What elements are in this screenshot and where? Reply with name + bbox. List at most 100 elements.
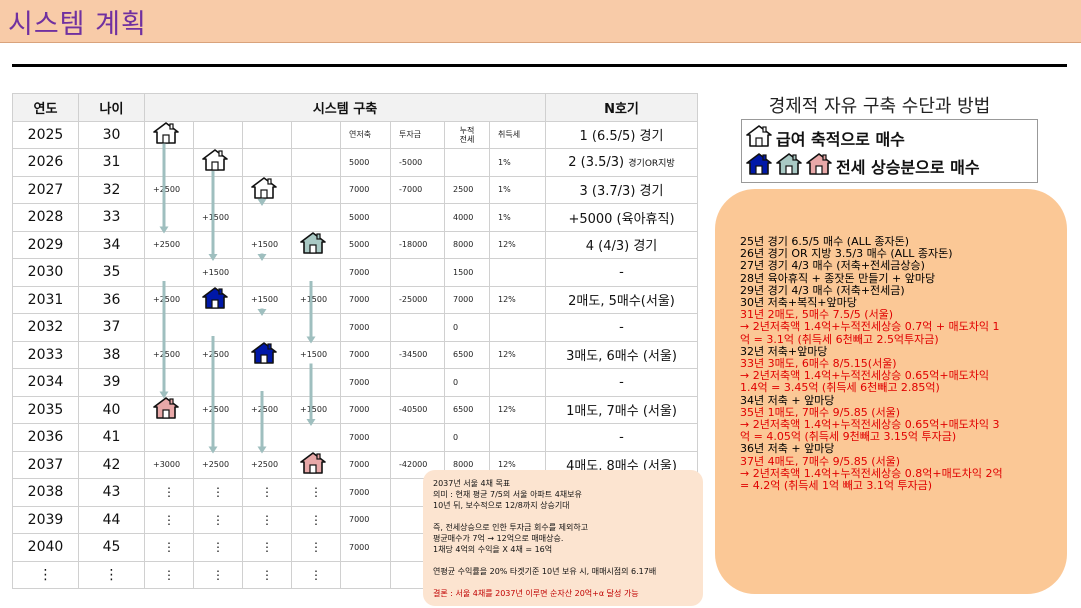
age-cell: ⋮: [78, 560, 145, 589]
house-white-icon: [746, 125, 776, 151]
n-cell: 3매도, 6매수 (서울): [545, 340, 698, 369]
age-cell: 44: [78, 505, 145, 534]
dots-cell: ⋮: [291, 533, 341, 562]
year-cell: 2025: [12, 120, 79, 149]
invest-cell: -25000: [390, 285, 445, 314]
plan-line: → 2년저축액 1.4억+누적전세상승 0.7억 + 매도차익 1: [740, 320, 1000, 334]
savings-cell: 7000: [340, 505, 391, 534]
n-text: -: [619, 374, 624, 390]
age-cell: 43: [78, 478, 145, 507]
year-cell: 2028: [12, 203, 79, 232]
jeonse-cell: 6500: [444, 395, 490, 424]
goal-line: 의미 : 현재 평균 7/5의 서울 아파트 4채보유: [433, 490, 582, 499]
age-cell: 33: [78, 203, 145, 232]
jeonse-cell: 4000: [444, 203, 490, 232]
house-cell: [242, 340, 292, 369]
increment-cell: +1500: [242, 230, 292, 259]
tax-cell: [489, 368, 546, 397]
plan-lines: 25년 경기 6.5/5 매수 (ALL 종자돈) 26년 경기 OR 지방 3.…: [740, 235, 1058, 492]
invest-cell: -34500: [390, 340, 445, 369]
year-cell: 2037: [12, 450, 79, 479]
table-row: 2032 37 7000 0 -: [12, 313, 698, 342]
dots-cell: ⋮: [144, 533, 194, 562]
tax-cell: 12%: [489, 395, 546, 424]
increment-cell: [144, 203, 194, 232]
goal-line: 연평균 수익률을 20% 타겟기준 10년 보유 시, 매매시점의 6.17배: [433, 567, 657, 576]
increment-cell: [291, 368, 341, 397]
savings-cell: [340, 560, 391, 589]
increment-cell: [144, 423, 194, 452]
tax-cell: 1%: [489, 203, 546, 232]
tax-cell: [489, 423, 546, 452]
savings-cell: 7000: [340, 395, 391, 424]
dots-cell: ⋮: [242, 533, 292, 562]
invest-header: 투자금: [390, 120, 445, 149]
increment-cell: [291, 203, 341, 232]
n-cell: -: [545, 313, 698, 342]
increment-cell: [144, 313, 194, 342]
house-white-icon: [202, 149, 242, 175]
dots-cell: ⋮: [291, 505, 341, 534]
savings-cell: 5000: [340, 203, 391, 232]
n-text: 2 (3.5/3): [568, 154, 629, 170]
n-small-text: 경기OR지방: [628, 158, 675, 169]
goal-line: [433, 511, 693, 522]
house-pink-icon: [300, 451, 340, 478]
increment-cell: [144, 258, 194, 287]
increment-cell: +2500: [144, 285, 194, 314]
n-text: 1 (6.5/5) 경기: [579, 129, 664, 145]
increment-cell: [291, 258, 341, 287]
age-cell: 38: [78, 340, 145, 369]
table-row: 2030 35 +1500 7000 1500 -: [12, 258, 698, 287]
age-cell: 41: [78, 423, 145, 452]
invest-cell: -7000: [390, 175, 445, 204]
house-cell: [242, 175, 292, 204]
header-system: 시스템 구축: [144, 93, 546, 122]
increment-cell: +2500: [144, 340, 194, 369]
n-cell: -: [545, 368, 698, 397]
n-text: 1매도, 7매수 (서울): [566, 404, 677, 420]
house-cell: [193, 285, 243, 314]
age-cell: 32: [78, 175, 145, 204]
right-title: 경제적 자유 구축 수단과 방법: [768, 96, 991, 117]
house-cell: [193, 148, 243, 177]
jeonse-cell: 0: [444, 368, 490, 397]
increment-cell: +3000: [144, 450, 194, 479]
tax-cell: 12%: [489, 340, 546, 369]
increment-cell: [291, 423, 341, 452]
legend-jeonse-label: 전세 상승분으로 매수: [836, 158, 980, 177]
invest-cell: [390, 313, 445, 342]
goal-line: 10년 뒤, 보수적으로 12/8까지 상승기대: [433, 501, 570, 510]
increment-cell: [242, 368, 292, 397]
house-blue-icon: [251, 341, 291, 368]
increment-cell: [291, 120, 341, 149]
increment-cell: +2500: [144, 175, 194, 204]
savings-cell: 7000: [340, 285, 391, 314]
dots-cell: ⋮: [242, 560, 292, 589]
dots-cell: ⋮: [144, 478, 194, 507]
legend-row-jeonse: 전세 상승분으로 매수: [746, 153, 980, 179]
goal-line: 2037년 서울 4채 목표: [433, 479, 511, 488]
year-cell: ⋮: [12, 560, 79, 589]
table-row: 2031 36 +2500 +1500 +1500 7000 -25000 7000 12% 2매…: [12, 285, 698, 314]
table-row: 2026 31 5000 -5000 1% 2 (3.5/3) 경기OR지방: [12, 148, 698, 177]
dots-cell: ⋮: [193, 533, 243, 562]
increment-cell: +1500: [193, 258, 243, 287]
tax-cell: 12%: [489, 285, 546, 314]
increment-cell: [193, 423, 243, 452]
jeonse-header-line2: 전세: [459, 134, 475, 144]
savings-cell: 7000: [340, 368, 391, 397]
invest-cell: -40500: [390, 395, 445, 424]
jeonse-cell: 6500: [444, 340, 490, 369]
invest-cell: -5000: [390, 148, 445, 177]
increment-cell: [242, 423, 292, 452]
invest-cell: [390, 423, 445, 452]
increment-cell: +2500: [193, 395, 243, 424]
age-cell: 31: [78, 148, 145, 177]
plan-line: 34년 저축 + 앞마당: [740, 393, 835, 407]
dots-cell: ⋮: [242, 478, 292, 507]
dots-cell: ⋮: [193, 505, 243, 534]
n-text: 2매도, 5매수(서울): [568, 294, 675, 310]
savings-cell: 7000: [340, 533, 391, 562]
increment-cell: +1500: [291, 340, 341, 369]
